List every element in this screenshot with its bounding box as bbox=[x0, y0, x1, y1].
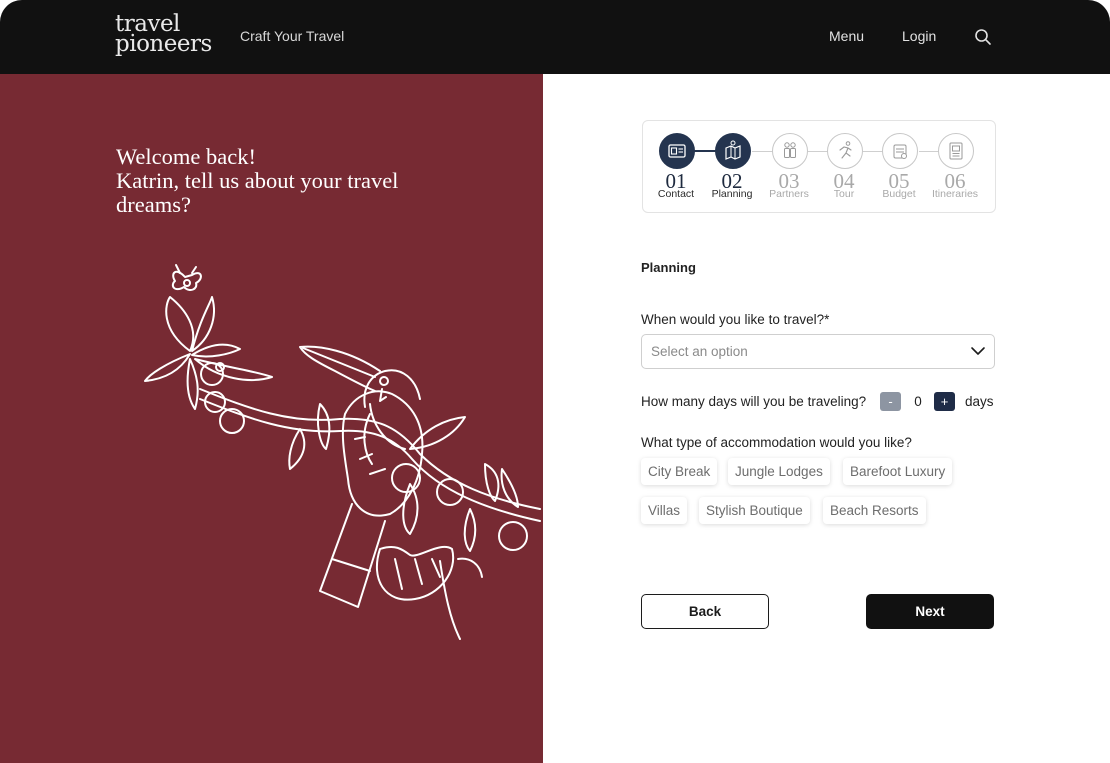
accommodation-label: What type of accommodation would you lik… bbox=[641, 435, 912, 450]
document-icon bbox=[949, 142, 963, 160]
days-increment-button[interactable]: + bbox=[934, 392, 955, 411]
welcome-line-1: Welcome back! bbox=[116, 144, 256, 169]
next-button[interactable]: Next bbox=[866, 594, 994, 629]
hero-panel: Welcome back! Katrin, tell us about your… bbox=[0, 74, 543, 763]
days-unit: days bbox=[965, 394, 994, 409]
step-circle bbox=[938, 133, 974, 169]
id-card-icon bbox=[668, 144, 686, 158]
progress-stepper: 01 Contact 02 Planning 03 Partners 04 To… bbox=[642, 120, 996, 213]
toucan-illustration bbox=[144, 264, 541, 640]
welcome-heading: Welcome back! Katrin, tell us about your… bbox=[116, 145, 446, 217]
runner-icon bbox=[839, 141, 852, 159]
chip-jungle-lodges[interactable]: Jungle Lodges bbox=[728, 458, 830, 485]
top-navigation: travel pioneers Craft Your Travel Menu L… bbox=[0, 0, 1110, 74]
step-connector bbox=[694, 150, 716, 152]
step-circle bbox=[772, 133, 808, 169]
chevron-down-icon bbox=[971, 347, 985, 355]
chip-barefoot-luxury[interactable]: Barefoot Luxury bbox=[843, 458, 953, 485]
nav-tagline: Craft Your Travel bbox=[240, 28, 345, 44]
step-circle bbox=[882, 133, 918, 169]
days-decrement-button[interactable]: - bbox=[880, 392, 901, 411]
step-connector bbox=[752, 151, 774, 152]
welcome-line-3: dreams? bbox=[116, 192, 191, 217]
butterfly-drawing bbox=[171, 264, 202, 291]
chip-beach-resorts[interactable]: Beach Resorts bbox=[823, 497, 926, 524]
login-link[interactable]: Login bbox=[902, 28, 936, 44]
brand-logo[interactable]: travel pioneers bbox=[115, 13, 212, 57]
chip-stylish-boutique[interactable]: Stylish Boutique bbox=[699, 497, 810, 524]
search-icon[interactable] bbox=[974, 28, 992, 46]
map-icon bbox=[725, 140, 741, 160]
logo-line-2: pioneers bbox=[115, 31, 212, 57]
wallet-icon bbox=[893, 144, 907, 159]
chip-city-break[interactable]: City Break bbox=[641, 458, 718, 485]
step-circle bbox=[827, 133, 863, 169]
step-circle bbox=[715, 133, 751, 169]
travel-when-select[interactable]: Select an option bbox=[641, 334, 995, 369]
days-label: How many days will you be traveling? bbox=[641, 394, 867, 409]
menu-link[interactable]: Menu bbox=[829, 28, 864, 44]
section-title: Planning bbox=[641, 260, 696, 275]
welcome-line-2: Katrin, tell us about your travel bbox=[116, 168, 399, 193]
travel-when-label: When would you like to travel?* bbox=[641, 312, 830, 327]
days-value: 0 bbox=[914, 394, 922, 409]
select-placeholder: Select an option bbox=[651, 344, 748, 359]
step-circle bbox=[659, 133, 695, 169]
step-label: Itineraries bbox=[931, 188, 979, 200]
back-button[interactable]: Back bbox=[641, 594, 769, 629]
people-icon bbox=[784, 142, 796, 158]
chip-villas[interactable]: Villas bbox=[641, 497, 688, 524]
app-frame: travel pioneers Craft Your Travel Menu L… bbox=[0, 0, 1110, 763]
